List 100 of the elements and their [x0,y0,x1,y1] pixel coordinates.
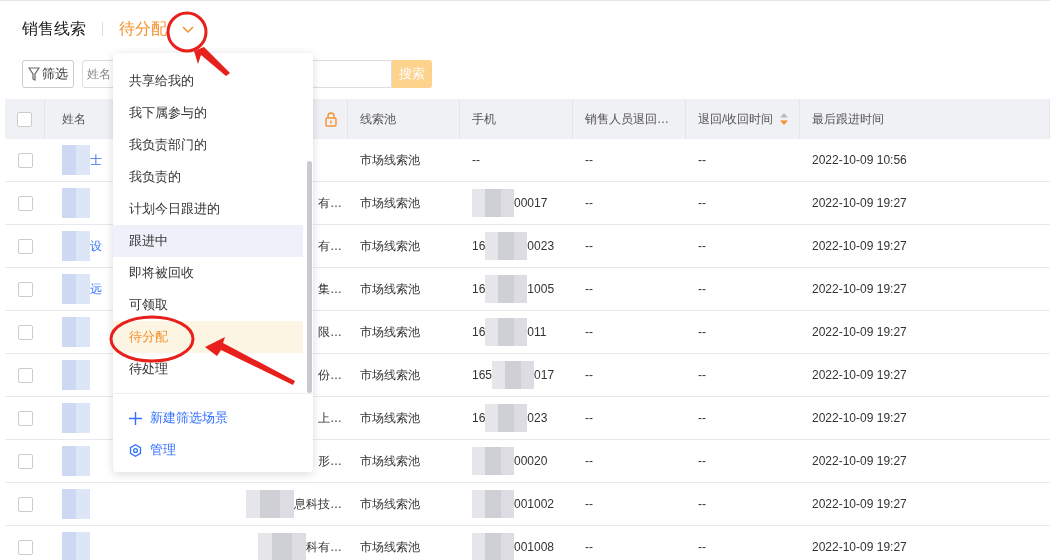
table-cell: -- [585,368,593,382]
annotation-circle [166,11,208,53]
menu-item[interactable]: 我负责的 [113,161,303,193]
table-cell: 市场线索池 [360,495,420,513]
table-cell: 1005 [527,282,555,296]
table-cell: 16 [472,239,486,253]
table-cell: -- [698,325,706,339]
column-header: 线索池 [360,110,396,128]
table-cell: 16 [472,411,486,425]
table-cell: 有… [318,237,342,255]
table-cell: -- [698,497,706,511]
menu-item[interactable]: 我负责部门的 [113,129,303,161]
column-header: 姓名 [62,110,86,128]
table-cell: -- [585,196,593,210]
menu-item[interactable]: 即将被回收 [113,257,303,289]
page-title: 销售线索 [22,18,86,39]
table-cell: -- [698,239,706,253]
table-cell: -- [698,196,706,210]
table-cell: 限… [318,323,342,341]
redaction-mosaic [472,447,514,475]
table-cell: 息科技… [294,495,342,513]
checkbox[interactable] [17,410,33,426]
column-header[interactable]: 退回/收回时间 [698,110,774,128]
menu-action[interactable]: 管理 [150,441,176,459]
table-cell: 市场线索池 [360,452,420,470]
table-cell: 上… [318,409,342,427]
redaction-mosaic [485,318,528,346]
table-cell: 2022-10-09 19:27 [812,325,907,339]
menu-action[interactable]: 新建筛选场景 [150,409,228,427]
table-cell: -- [472,153,480,167]
redaction-mosaic [62,274,90,304]
redaction-mosaic [472,490,514,518]
table-cell: 2022-10-09 19:27 [812,497,907,511]
redaction-mosaic [492,361,535,389]
checkbox[interactable] [17,496,33,512]
table-cell: -- [698,454,706,468]
checkbox[interactable] [17,238,33,254]
table-cell: 001008 [514,540,555,554]
name-link[interactable]: 设 [90,237,102,255]
name-link[interactable]: 士 [90,151,102,169]
menu-item[interactable]: 计划今日跟进的 [113,193,303,225]
table-cell: -- [585,153,593,167]
name-link[interactable]: 远 [90,280,102,298]
checkbox[interactable] [17,111,32,127]
table-cell: -- [585,325,593,339]
redaction-mosaic [485,404,528,432]
redaction-mosaic [62,532,90,560]
table-cell: 16 [472,282,486,296]
table-cell: -- [698,411,706,425]
table-cell: 023 [527,411,548,425]
table-cell: 市场线索池 [360,538,420,556]
lock-icon [325,111,337,127]
table-cell: -- [585,454,593,468]
redaction-mosaic [472,533,514,560]
table-cell: 2022-10-09 19:27 [812,196,907,210]
table-cell: 市场线索池 [360,151,420,169]
table-cell: 2022-10-09 10:56 [812,153,907,167]
table-cell: -- [585,540,593,554]
table-cell: 011 [527,325,547,339]
plus-icon [129,411,142,425]
table-cell: 市场线索池 [360,280,420,298]
table-cell: 00017 [514,196,548,210]
menu-item[interactable]: 跟进中 [113,225,303,257]
checkbox[interactable] [17,367,33,383]
table-cell: 市场线索池 [360,366,420,384]
table-cell: 2022-10-09 19:27 [812,239,907,253]
table-cell: -- [585,282,593,296]
checkbox[interactable] [17,453,33,469]
scrollbar[interactable] [307,161,312,393]
checkbox[interactable] [17,152,33,168]
table-cell: 017 [534,368,555,382]
redaction-mosaic [485,232,528,260]
redaction-mosaic [485,275,528,303]
table-cell: 市场线索池 [360,194,420,212]
menu-item[interactable]: 可领取 [113,289,303,321]
checkbox[interactable] [17,539,33,555]
redaction-mosaic [62,489,90,519]
table-cell: 份… [318,366,342,384]
column-header: 最后跟进时间 [812,110,884,128]
table-cell: 2022-10-09 19:27 [812,368,907,382]
table-cell: 0023 [527,239,555,253]
menu-item[interactable]: 待处理 [113,353,303,385]
table-cell: 科有… [306,538,342,556]
table-cell: 16 [472,325,486,339]
table-cell: 市场线索池 [360,237,420,255]
table-cell: 2022-10-09 19:27 [812,540,907,554]
checkbox[interactable] [17,324,33,340]
filter-icon [28,67,40,81]
sort-icon[interactable] [779,113,790,125]
checkbox[interactable] [17,281,33,297]
table-cell: 市场线索池 [360,409,420,427]
settings-icon [129,443,142,457]
menu-item[interactable]: 共享给我的 [113,65,303,97]
table-cell: 2022-10-09 19:27 [812,282,907,296]
checkbox[interactable] [17,195,33,211]
table-cell: -- [698,282,706,296]
menu-item[interactable]: 我下属参与的 [113,97,303,129]
table-cell: 2022-10-09 19:27 [812,411,907,425]
filter-button[interactable]: 筛选 [22,60,74,88]
chevron-down-icon[interactable] [181,24,195,34]
